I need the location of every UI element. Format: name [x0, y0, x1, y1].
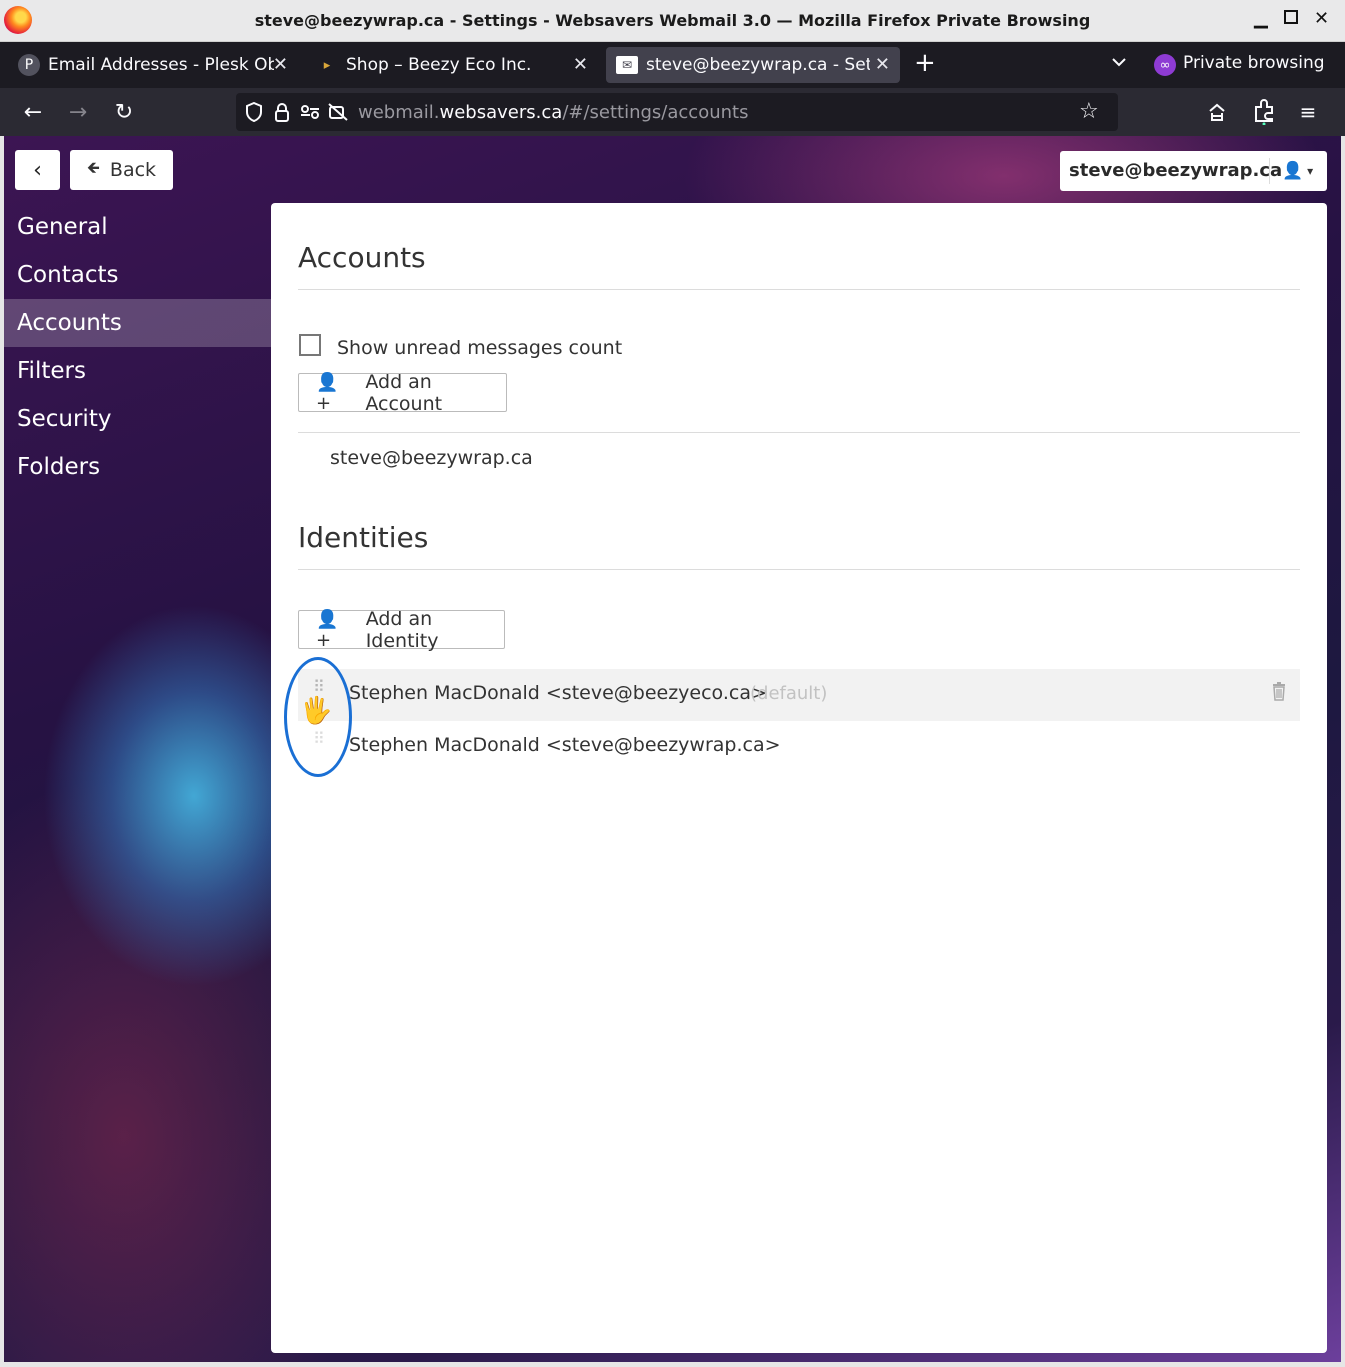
add-identity-label: Add an Identity: [365, 607, 439, 652]
tab-webmail-settings[interactable]: ✉ steve@beezywrap.ca - Settings ✕: [606, 47, 900, 83]
hamburger-menu-icon[interactable]: ≡: [1294, 98, 1322, 126]
back-arrow-icon: 🡸: [86, 157, 100, 177]
plesk-favicon-icon: P: [18, 54, 40, 76]
reload-icon[interactable]: ↻: [110, 98, 138, 126]
user-email: steve@beezywrap.ca: [1060, 158, 1282, 184]
tab-shop[interactable]: ▸ Shop – Beezy Eco Inc. ✕: [306, 47, 598, 83]
maximize-button[interactable]: [1284, 10, 1298, 24]
default-badge: (default): [750, 683, 828, 704]
user-icon: 👤: [1282, 161, 1304, 181]
private-browsing-label: Private browsing: [1183, 53, 1325, 73]
permissions-icon[interactable]: [300, 102, 320, 122]
sidebar-item-security[interactable]: Security: [4, 395, 271, 443]
chevron-down-icon[interactable]: [1111, 54, 1127, 70]
url-prefix: webmail.: [358, 102, 440, 123]
back-button-label: Back: [109, 159, 157, 181]
tab-label: Email Addresses - Plesk Obsidian: [48, 55, 274, 75]
add-identity-button[interactable]: 👤+ Add an Identity: [298, 607, 505, 652]
trash-icon[interactable]: [1271, 681, 1287, 701]
bookmark-star-icon[interactable]: ☆: [1079, 99, 1099, 124]
webmail-page: ‹ 🡸 Back steve@beezywrap.ca 👤 ▾ General …: [4, 136, 1341, 1362]
back-button[interactable]: 🡸 Back: [70, 150, 173, 190]
navigation-bar: ← → ↻ webmail.websavers.ca/#/settings/ac…: [0, 88, 1345, 136]
lock-icon[interactable]: [272, 102, 292, 122]
tab-label: steve@beezywrap.ca - Settings: [646, 55, 870, 75]
add-account-label: Add an Account: [365, 370, 443, 415]
settings-panel: Accounts Show unread messages count 👤+ A…: [271, 203, 1327, 1353]
identities-title: Identities: [298, 521, 429, 554]
divider: [298, 432, 1300, 433]
show-unread-checkbox[interactable]: [299, 334, 321, 356]
divider: [298, 289, 1300, 290]
back-arrow-icon[interactable]: ←: [19, 98, 47, 126]
highlight-annotation-circle: [284, 657, 352, 777]
tab-label: Shop – Beezy Eco Inc.: [346, 55, 532, 75]
mail-favicon-icon: ✉: [616, 56, 638, 74]
caret-down-icon: ▾: [1307, 164, 1314, 178]
accounts-title: Accounts: [298, 241, 426, 274]
save-to-pocket-icon[interactable]: [1203, 98, 1231, 126]
tab-plesk[interactable]: P Email Addresses - Plesk Obsidian ✕: [8, 47, 298, 83]
divider: [298, 569, 1300, 570]
sidebar-item-contacts[interactable]: Contacts: [4, 251, 271, 299]
identity-label[interactable]: Stephen MacDonald <steve@beezywrap.ca>: [349, 734, 781, 756]
close-window-button[interactable]: ✕: [1314, 8, 1329, 29]
new-tab-button[interactable]: +: [914, 48, 936, 78]
url-text[interactable]: webmail.websavers.ca/#/settings/accounts: [358, 102, 748, 123]
window-title: steve@beezywrap.ca - Settings - Websaver…: [254, 11, 1091, 30]
identity-row[interactable]: ⠿ Stephen MacDonald <steve@beezyeco.ca> …: [298, 669, 1300, 721]
shop-favicon-icon: ▸: [323, 57, 331, 73]
camera-blocked-icon[interactable]: [328, 102, 348, 122]
private-browsing-icon: ∞: [1154, 54, 1176, 76]
sidebar-item-filters[interactable]: Filters: [4, 347, 271, 395]
identity-row[interactable]: ⠿ Stephen MacDonald <steve@beezywrap.ca>: [298, 721, 1300, 773]
settings-sidebar: General Contacts Accounts Filters Securi…: [4, 203, 271, 491]
url-bar[interactable]: webmail.websavers.ca/#/settings/accounts…: [236, 93, 1118, 131]
add-account-button[interactable]: 👤+ Add an Account: [298, 370, 507, 415]
minimize-button[interactable]: ▁: [1254, 8, 1268, 29]
add-user-icon: 👤+: [316, 608, 339, 651]
tab-close-button[interactable]: ✕: [273, 54, 288, 75]
show-unread-label[interactable]: Show unread messages count: [337, 337, 622, 359]
url-host: websavers.ca: [439, 102, 563, 123]
previous-button[interactable]: ‹: [15, 150, 60, 190]
url-path: /#/settings/accounts: [562, 102, 749, 123]
extensions-icon[interactable]: [1250, 98, 1278, 126]
account-list-item[interactable]: steve@beezywrap.ca: [330, 447, 533, 469]
tab-close-button[interactable]: ✕: [573, 54, 588, 75]
identity-label[interactable]: Stephen MacDonald <steve@beezyeco.ca>: [349, 682, 767, 704]
tab-close-button[interactable]: ✕: [875, 54, 890, 75]
tab-strip: P Email Addresses - Plesk Obsidian ✕ ▸ S…: [0, 42, 1345, 88]
sidebar-item-folders[interactable]: Folders: [4, 443, 271, 491]
forward-arrow-icon[interactable]: →: [64, 98, 92, 126]
window-titlebar: steve@beezywrap.ca - Settings - Websaver…: [0, 0, 1345, 42]
shield-icon[interactable]: [244, 102, 264, 122]
user-account-menu[interactable]: steve@beezywrap.ca 👤 ▾: [1060, 151, 1327, 191]
add-user-icon: 👤+: [316, 371, 339, 414]
sidebar-item-accounts[interactable]: Accounts: [4, 299, 271, 347]
sidebar-item-general[interactable]: General: [4, 203, 271, 251]
